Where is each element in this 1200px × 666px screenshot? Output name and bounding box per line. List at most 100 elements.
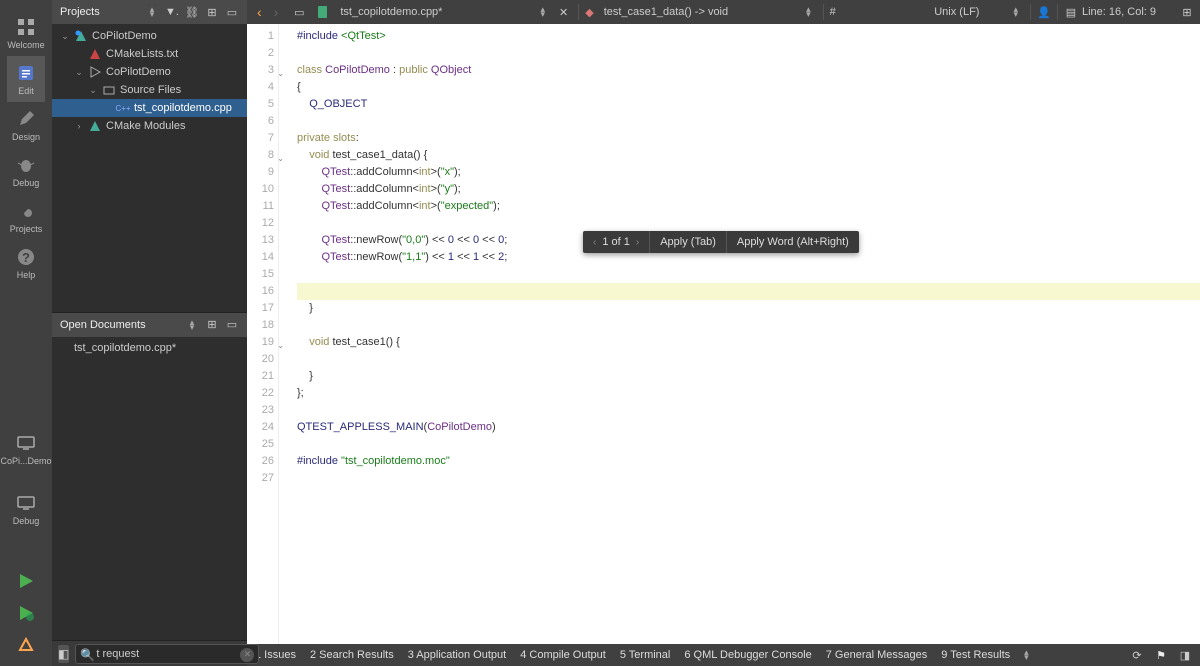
run-icon — [88, 65, 102, 79]
cursor-position[interactable]: Line: 16, Col: 9 — [1082, 6, 1156, 18]
svg-text:?: ? — [22, 250, 30, 265]
open-docs-title: Open Documents — [60, 319, 146, 331]
fold-icon[interactable]: ⌄ — [277, 150, 284, 167]
tree-item[interactable]: C++ tst_copilotdemo.cpp — [52, 99, 247, 117]
cmake-blue-icon — [74, 29, 88, 43]
build-icon[interactable] — [17, 636, 35, 654]
apply-word-button[interactable]: Apply Word (Alt+Right) — [726, 231, 859, 253]
close-icon[interactable]: ✕ — [555, 6, 572, 19]
file-selector[interactable]: tst_copilotdemo.cpp* ▴▾ — [334, 6, 551, 18]
updown-icon[interactable]: ▴▾ — [185, 318, 199, 332]
cmake-icon — [88, 119, 102, 133]
expand-icon[interactable]: ⌄ — [74, 67, 84, 78]
warning-icon[interactable]: ⚑ — [1154, 648, 1168, 662]
side-panel: Projects ▴▾ ▼. ⛓ ⊞ ▭ ⌄ CoPilotDemo CMakeLi… — [52, 0, 247, 666]
mode-welcome[interactable]: Welcome — [7, 10, 44, 56]
tree-item[interactable]: CMakeLists.txt — [52, 45, 247, 63]
mode-design[interactable]: Design — [7, 102, 44, 148]
wrench-icon — [15, 200, 37, 222]
expand-icon[interactable]: ⌄ — [88, 85, 98, 96]
next-icon[interactable]: › — [636, 237, 639, 248]
bug-icon — [15, 154, 37, 176]
tree-item[interactable]: › CMake Modules — [52, 117, 247, 135]
status-pane[interactable]: 4 Compile Output — [520, 649, 606, 661]
status-pane[interactable]: 9 Test Results — [941, 649, 1010, 661]
updown-icon[interactable]: ▴▾ — [145, 5, 159, 19]
open-doc-item[interactable]: tst_copilotdemo.cpp* — [52, 339, 247, 357]
symbol-icon: ◆ — [585, 6, 593, 19]
tree-label: CoPilotDemo — [92, 30, 157, 42]
tree-label: Source Files — [120, 84, 181, 96]
bookmark-icon[interactable]: ▭ — [292, 5, 306, 19]
mode-debug[interactable]: Debug — [7, 148, 44, 194]
encoding-label: Unix (LF) — [934, 6, 979, 18]
prev-icon[interactable]: ‹ — [593, 237, 596, 248]
expand-icon[interactable]: ⌄ — [60, 31, 70, 42]
apply-button[interactable]: Apply (Tab) — [649, 231, 726, 253]
add-icon[interactable]: ⊞ — [205, 5, 219, 19]
target-debug[interactable]: Debug — [0, 486, 51, 532]
updown-icon[interactable]: ▴▾ — [806, 7, 811, 17]
tree-label: CoPilotDemo — [106, 66, 171, 78]
editor-toolbar: ‹ › ▭ tst_copilotdemo.cpp* ▴▾ ✕ ◆ test_c… — [247, 0, 1200, 24]
nav-forward-icon[interactable]: › — [270, 4, 283, 20]
mode-bar: WelcomeEditDesignDebugProjects?Help CoPi… — [0, 0, 52, 666]
status-pane[interactable]: 1 Issues — [255, 649, 296, 661]
fold-icon[interactable]: ⌄ — [277, 337, 284, 354]
copilot-icon[interactable]: 👤 — [1037, 5, 1051, 19]
fold-icon[interactable]: ⌄ — [277, 65, 284, 82]
symbol-selector[interactable]: test_case1_data() -> void ▴▾ — [598, 6, 817, 18]
tri-icon — [88, 47, 102, 61]
target-copidemo[interactable]: CoPi...Demo — [0, 426, 51, 472]
hash-label[interactable]: # — [830, 6, 836, 18]
edit-icon — [15, 62, 37, 84]
tooltip-count: 1 of 1 — [602, 236, 630, 248]
updown-icon[interactable]: ▴▾ — [540, 7, 545, 17]
run-icon[interactable] — [17, 572, 35, 590]
editor-area: ‹ › ▭ tst_copilotdemo.cpp* ▴▾ ✕ ◆ test_c… — [247, 0, 1200, 666]
tree-label: CMake Modules — [106, 120, 185, 132]
clear-icon[interactable]: ✕ — [240, 648, 254, 662]
open-docs-list[interactable]: tst_copilotdemo.cpp* — [52, 337, 247, 359]
nav-back-icon[interactable]: ‹ — [253, 4, 266, 20]
code-editor[interactable]: 123⌄45678⌄910111213141516171819⌄20212223… — [247, 24, 1200, 644]
link-icon[interactable]: ⛓ — [185, 5, 199, 19]
status-pane[interactable]: 2 Search Results — [310, 649, 394, 661]
projects-title: Projects — [60, 6, 100, 18]
mode-edit[interactable]: Edit — [7, 56, 44, 102]
split-icon[interactable]: ▭ — [225, 5, 239, 19]
encoding-selector[interactable]: Unix (LF) ▴▾ — [928, 6, 1024, 18]
tree-label: CMakeLists.txt — [106, 48, 178, 60]
run-debug-icon[interactable] — [17, 604, 35, 622]
locator-input[interactable] — [75, 644, 259, 664]
expand-icon[interactable]: › — [74, 121, 84, 131]
tree-item[interactable]: ⌄ Source Files — [52, 81, 247, 99]
updown-icon[interactable]: ▴▾ — [1013, 7, 1018, 17]
folder-icon — [102, 83, 116, 97]
split-icon[interactable]: ▭ — [225, 318, 239, 332]
mode-projects[interactable]: Projects — [7, 194, 44, 240]
sidebar-right-icon[interactable]: ◨ — [1178, 648, 1192, 662]
updown-icon[interactable]: ▴▾ — [1024, 650, 1029, 660]
filter-icon[interactable]: ▼. — [165, 5, 179, 19]
project-tree[interactable]: ⌄ CoPilotDemo CMakeLists.txt ⌄ CoPilotDemo ⌄ S… — [52, 24, 247, 312]
add-icon[interactable]: ⊞ — [205, 318, 219, 332]
tree-item[interactable]: ⌄ CoPilotDemo — [52, 27, 247, 45]
symbol-name: test_case1_data() -> void — [604, 6, 728, 18]
open-docs-header: Open Documents ▴▾ ⊞ ▭ — [52, 313, 247, 337]
mode-help[interactable]: ?Help — [7, 240, 44, 286]
tree-label: tst_copilotdemo.cpp — [134, 102, 232, 114]
pencil-icon — [15, 108, 37, 130]
tree-item[interactable]: ⌄ CoPilotDemo — [52, 63, 247, 81]
locator-toggle[interactable]: ◧ — [58, 645, 69, 663]
progress-icon[interactable]: ⟳ — [1130, 648, 1144, 662]
code-area[interactable]: #include <QtTest> class CoPilotDemo : pu… — [279, 24, 1200, 644]
status-pane[interactable]: 3 Application Output — [408, 649, 506, 661]
status-pane[interactable]: 5 Terminal — [620, 649, 671, 661]
file-name: tst_copilotdemo.cpp* — [340, 6, 442, 18]
status-pane[interactable]: 7 General Messages — [826, 649, 928, 661]
cpp-icon: C++ — [116, 101, 130, 115]
split-icon[interactable]: ⊞ — [1180, 5, 1194, 19]
status-pane[interactable]: 6 QML Debugger Console — [684, 649, 811, 661]
gutter[interactable]: 123⌄45678⌄910111213141516171819⌄20212223… — [247, 24, 279, 644]
